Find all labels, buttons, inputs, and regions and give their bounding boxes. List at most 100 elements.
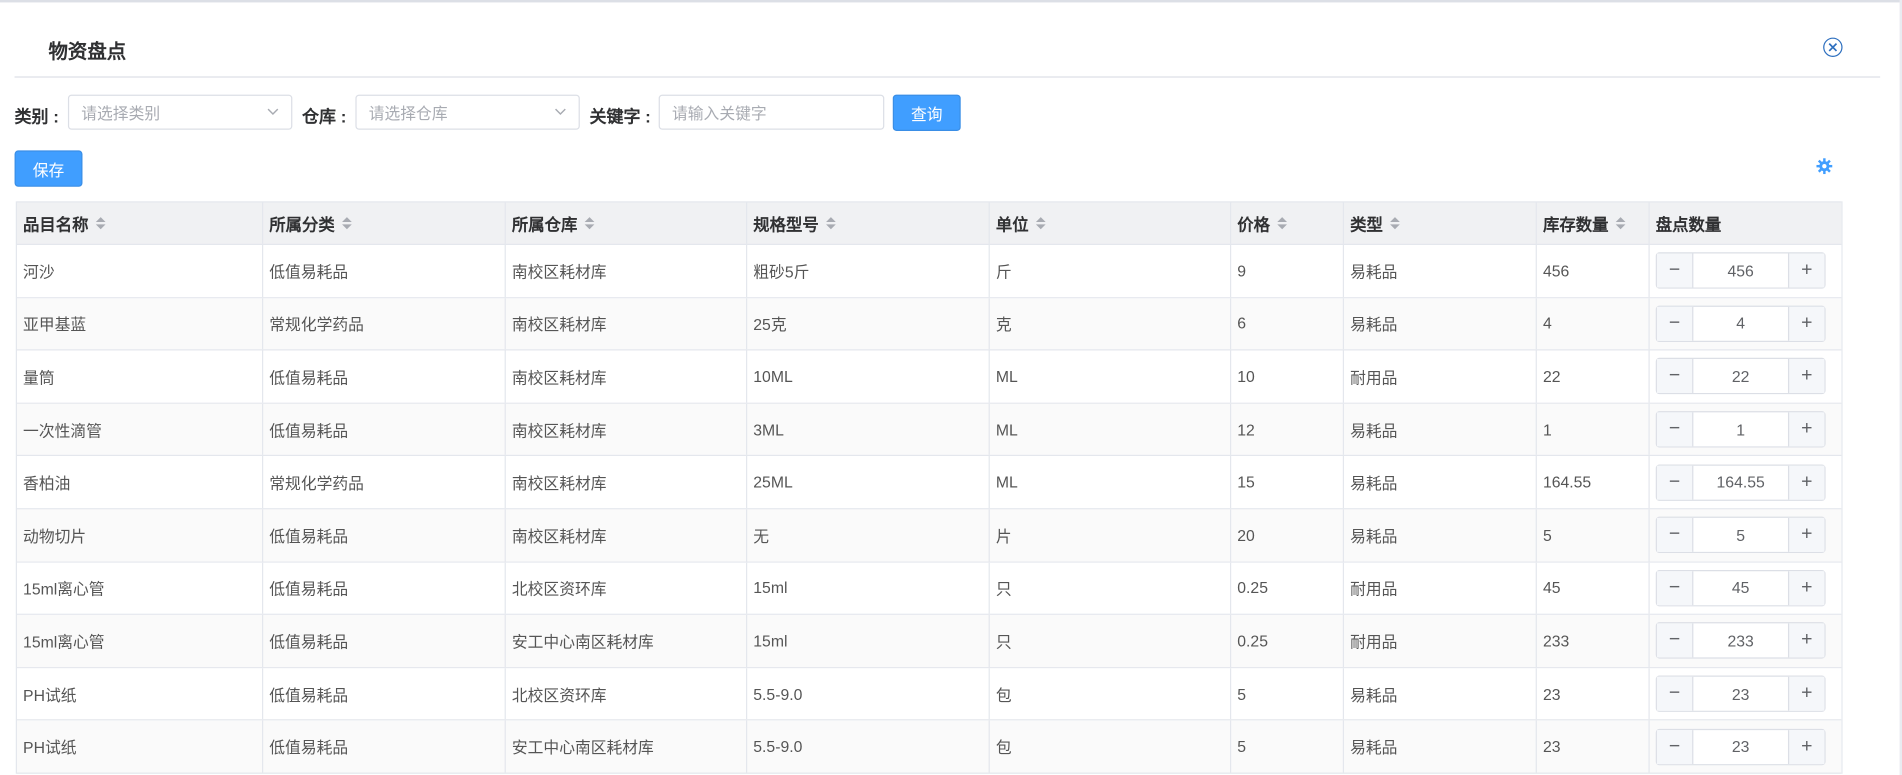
cell-spec: 25ML xyxy=(746,456,989,509)
increment-button[interactable]: + xyxy=(1787,623,1825,658)
decrement-button[interactable]: − xyxy=(1656,412,1694,447)
cell-category: 低值易耗品 xyxy=(262,667,505,720)
cell-unit: ML xyxy=(988,456,1230,509)
cell-price: 0.25 xyxy=(1229,562,1343,614)
cell-type: 易耗品 xyxy=(1342,456,1536,509)
warehouse-label: 仓库 : xyxy=(302,106,347,127)
count-stepper: − 22 + xyxy=(1655,358,1826,395)
count-stepper: − 233 + xyxy=(1655,622,1826,660)
count-input[interactable]: 45 xyxy=(1693,571,1788,605)
sort-icon[interactable] xyxy=(1035,217,1046,230)
increment-button[interactable]: + xyxy=(1787,306,1825,341)
cell-warehouse: 南校区耗材库 xyxy=(504,403,746,456)
decrement-button[interactable]: − xyxy=(1656,571,1694,606)
cell-type: 易耗品 xyxy=(1342,720,1536,773)
column-header-name[interactable]: 品目名称 xyxy=(17,203,262,244)
cell-stock: 45 xyxy=(1535,562,1649,614)
cell-category: 常规化学药品 xyxy=(262,297,505,350)
count-stepper: − 1 + xyxy=(1655,411,1826,448)
table-row: PH试纸 低值易耗品 北校区资环库 5.5-9.0 包 5 易耗品 23 − 2… xyxy=(16,667,1842,721)
increment-button[interactable]: + xyxy=(1787,729,1825,764)
category-select[interactable]: 请选择类别 xyxy=(67,94,293,130)
decrement-button[interactable]: − xyxy=(1656,359,1694,394)
table-header: 品目名称 所属分类 所属仓库 规格型号 单位 价格 类型 库存数量 盘点数量 xyxy=(16,201,1842,245)
table-row: 动物切片 低值易耗品 南校区耗材库 无 片 20 易耗品 5 − 5 + xyxy=(16,509,1842,563)
cell-stock: 23 xyxy=(1535,720,1649,773)
cell-unit: 包 xyxy=(988,667,1230,720)
gear-icon[interactable] xyxy=(1816,158,1833,175)
cell-price: 12 xyxy=(1229,403,1343,456)
sort-icon[interactable] xyxy=(826,217,836,230)
keyword-input[interactable]: 请输入关键字 xyxy=(658,94,885,130)
cell-name: 15ml离心管 xyxy=(23,633,105,652)
increment-button[interactable]: + xyxy=(1787,518,1825,553)
count-input[interactable]: 456 xyxy=(1693,254,1788,288)
increment-button[interactable]: + xyxy=(1787,571,1825,606)
increment-button[interactable]: + xyxy=(1787,676,1825,711)
sort-icon[interactable] xyxy=(1615,217,1626,230)
count-stepper: − 5 + xyxy=(1655,516,1826,554)
table-row: 香柏油 常规化学药品 南校区耗材库 25ML ML 15 易耗品 164.55 … xyxy=(16,456,1842,510)
table-row: 量筒 低值易耗品 南校区耗材库 10ML ML 10 耐用品 22 − 22 + xyxy=(16,350,1842,404)
cell-name: 河沙 xyxy=(23,262,55,282)
cell-type: 耐用品 xyxy=(1342,615,1536,667)
count-input[interactable]: 23 xyxy=(1693,730,1788,764)
column-header-count: 盘点数量 xyxy=(1648,202,1841,244)
count-input[interactable]: 22 xyxy=(1693,360,1788,394)
sort-icon[interactable] xyxy=(95,217,106,230)
cell-spec: 无 xyxy=(746,509,989,562)
count-input[interactable]: 5 xyxy=(1693,518,1788,552)
cell-category: 低值易耗品 xyxy=(262,562,505,614)
decrement-button[interactable]: − xyxy=(1656,676,1694,711)
cell-count: − 23 + xyxy=(1648,667,1841,720)
cell-warehouse: 安工中心南区耗材库 xyxy=(504,720,746,773)
query-button[interactable]: 查询 xyxy=(892,94,961,131)
column-header-unit[interactable]: 单位 xyxy=(988,202,1230,244)
increment-button[interactable]: + xyxy=(1787,253,1825,288)
top-border xyxy=(0,0,1902,3)
sort-icon[interactable] xyxy=(342,217,352,230)
count-input[interactable]: 1 xyxy=(1693,412,1788,446)
cell-category: 低值易耗品 xyxy=(262,350,505,403)
cell-category: 低值易耗品 xyxy=(262,615,505,667)
save-button[interactable]: 保存 xyxy=(14,150,83,187)
decrement-button[interactable]: − xyxy=(1656,253,1694,288)
increment-button[interactable]: + xyxy=(1787,359,1825,394)
decrement-button[interactable]: − xyxy=(1656,518,1694,553)
increment-button[interactable]: + xyxy=(1787,412,1825,447)
sort-icon[interactable] xyxy=(1277,217,1288,230)
decrement-button[interactable]: − xyxy=(1656,465,1694,500)
cell-category: 低值易耗品 xyxy=(262,244,505,297)
sort-icon[interactable] xyxy=(1390,217,1400,230)
warehouse-select[interactable]: 请选择仓库 xyxy=(355,94,580,130)
cell-name: 亚甲基蓝 xyxy=(23,315,87,335)
column-header-price[interactable]: 价格 xyxy=(1229,202,1343,244)
count-input[interactable]: 164.55 xyxy=(1693,465,1788,499)
cell-warehouse: 南校区耗材库 xyxy=(504,244,746,297)
cell-name: 一次性滴管 xyxy=(23,421,102,440)
count-input[interactable]: 23 xyxy=(1693,677,1788,711)
sort-icon[interactable] xyxy=(584,217,595,230)
decrement-button[interactable]: − xyxy=(1656,623,1694,658)
cell-spec: 10ML xyxy=(746,350,989,403)
count-input[interactable]: 4 xyxy=(1693,307,1788,341)
cell-unit: 克 xyxy=(988,297,1230,350)
count-input[interactable]: 233 xyxy=(1693,624,1788,658)
decrement-button[interactable]: − xyxy=(1656,306,1694,341)
cell-name: 动物切片 xyxy=(23,527,87,546)
cell-price: 5 xyxy=(1229,667,1343,720)
cell-count: − 23 + xyxy=(1648,720,1841,773)
table-row: 15ml离心管 低值易耗品 安工中心南区耗材库 15ml 只 0.25 耐用品 … xyxy=(16,615,1842,668)
column-header-warehouse[interactable]: 所属仓库 xyxy=(504,202,746,244)
column-header-category[interactable]: 所属分类 xyxy=(262,202,505,244)
cell-stock: 5 xyxy=(1535,509,1649,562)
column-header-stock[interactable]: 库存数量 xyxy=(1535,202,1649,244)
table-row: 亚甲基蓝 常规化学药品 南校区耗材库 25克 克 6 易耗品 4 − 4 + xyxy=(16,297,1842,351)
close-button[interactable] xyxy=(1823,37,1843,58)
increment-button[interactable]: + xyxy=(1787,465,1825,500)
column-header-type[interactable]: 类型 xyxy=(1342,202,1536,244)
cell-spec: 25克 xyxy=(746,297,989,350)
column-header-spec[interactable]: 规格型号 xyxy=(746,202,989,244)
decrement-button[interactable]: − xyxy=(1656,729,1694,764)
cell-warehouse: 南校区耗材库 xyxy=(504,297,746,350)
